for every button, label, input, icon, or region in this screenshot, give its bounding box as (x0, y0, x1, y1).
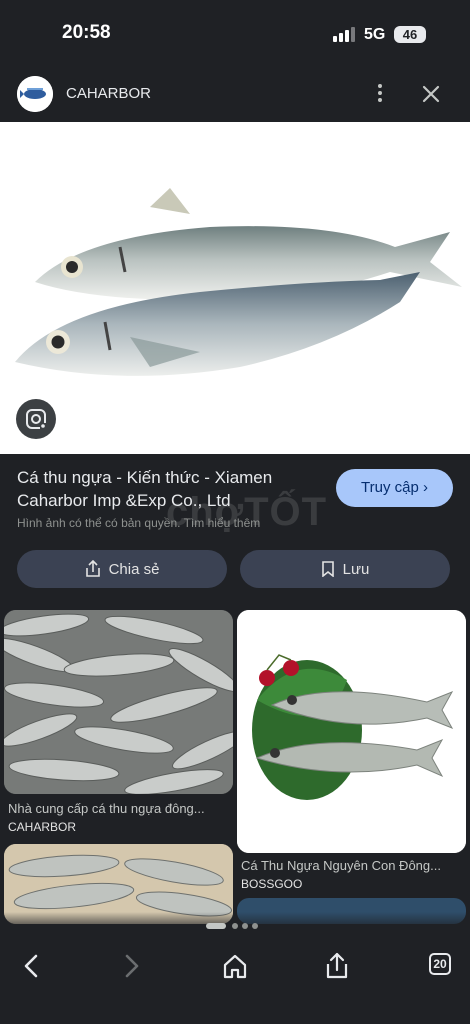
browser-nav-bar: 20 (0, 936, 470, 1024)
site-avatar[interactable] (17, 76, 53, 112)
related-caption-2[interactable]: Cá Thu Ngựa Nguyên Con Đông... (241, 858, 466, 873)
back-icon[interactable] (16, 950, 48, 982)
share-page-icon[interactable] (321, 950, 353, 982)
close-icon[interactable] (419, 82, 443, 106)
battery-icon: 46 (394, 26, 426, 43)
tabs-icon[interactable]: 20 (429, 953, 451, 975)
status-bar: 20:58 5G 46 (0, 0, 470, 68)
hero-image[interactable] (0, 122, 470, 454)
share-icon (85, 560, 100, 577)
copyright-note[interactable]: Hình ảnh có thể có bản quyền. Tìm hiểu t… (17, 516, 260, 530)
visit-label: Truy cập (361, 479, 419, 496)
share-label: Chia sẻ (108, 560, 160, 578)
home-icon[interactable] (219, 950, 251, 982)
image-viewer-header: CAHARBOR (0, 68, 470, 122)
share-button[interactable]: Chia sẻ (17, 550, 227, 588)
chevron-right-icon: › (422, 479, 428, 496)
page-indicator (206, 922, 266, 930)
save-label: Lưu (342, 560, 370, 578)
related-caption-1[interactable]: Nhà cung cấp cá thu ngựa đông... (8, 801, 233, 816)
result-title[interactable]: Cá thu ngựa - Kiến thức - Xiamen Caharbo… (17, 466, 317, 512)
site-name[interactable]: CAHARBOR (66, 85, 151, 102)
related-source-2: BOSSGOO (241, 877, 303, 891)
signal-icon (333, 26, 357, 42)
more-vert-icon[interactable] (368, 81, 392, 107)
save-button[interactable]: Lưu (240, 550, 450, 588)
forward-icon[interactable] (115, 950, 147, 982)
status-time: 20:58 (62, 22, 111, 43)
bookmark-icon (321, 561, 334, 577)
related-source-1: CAHARBOR (8, 820, 77, 834)
related-image-1[interactable] (4, 610, 233, 794)
visit-button[interactable]: Truy cập › (336, 469, 453, 507)
network-label: 5G (364, 26, 386, 43)
related-image-2[interactable] (237, 610, 466, 853)
lens-icon[interactable] (16, 399, 56, 439)
